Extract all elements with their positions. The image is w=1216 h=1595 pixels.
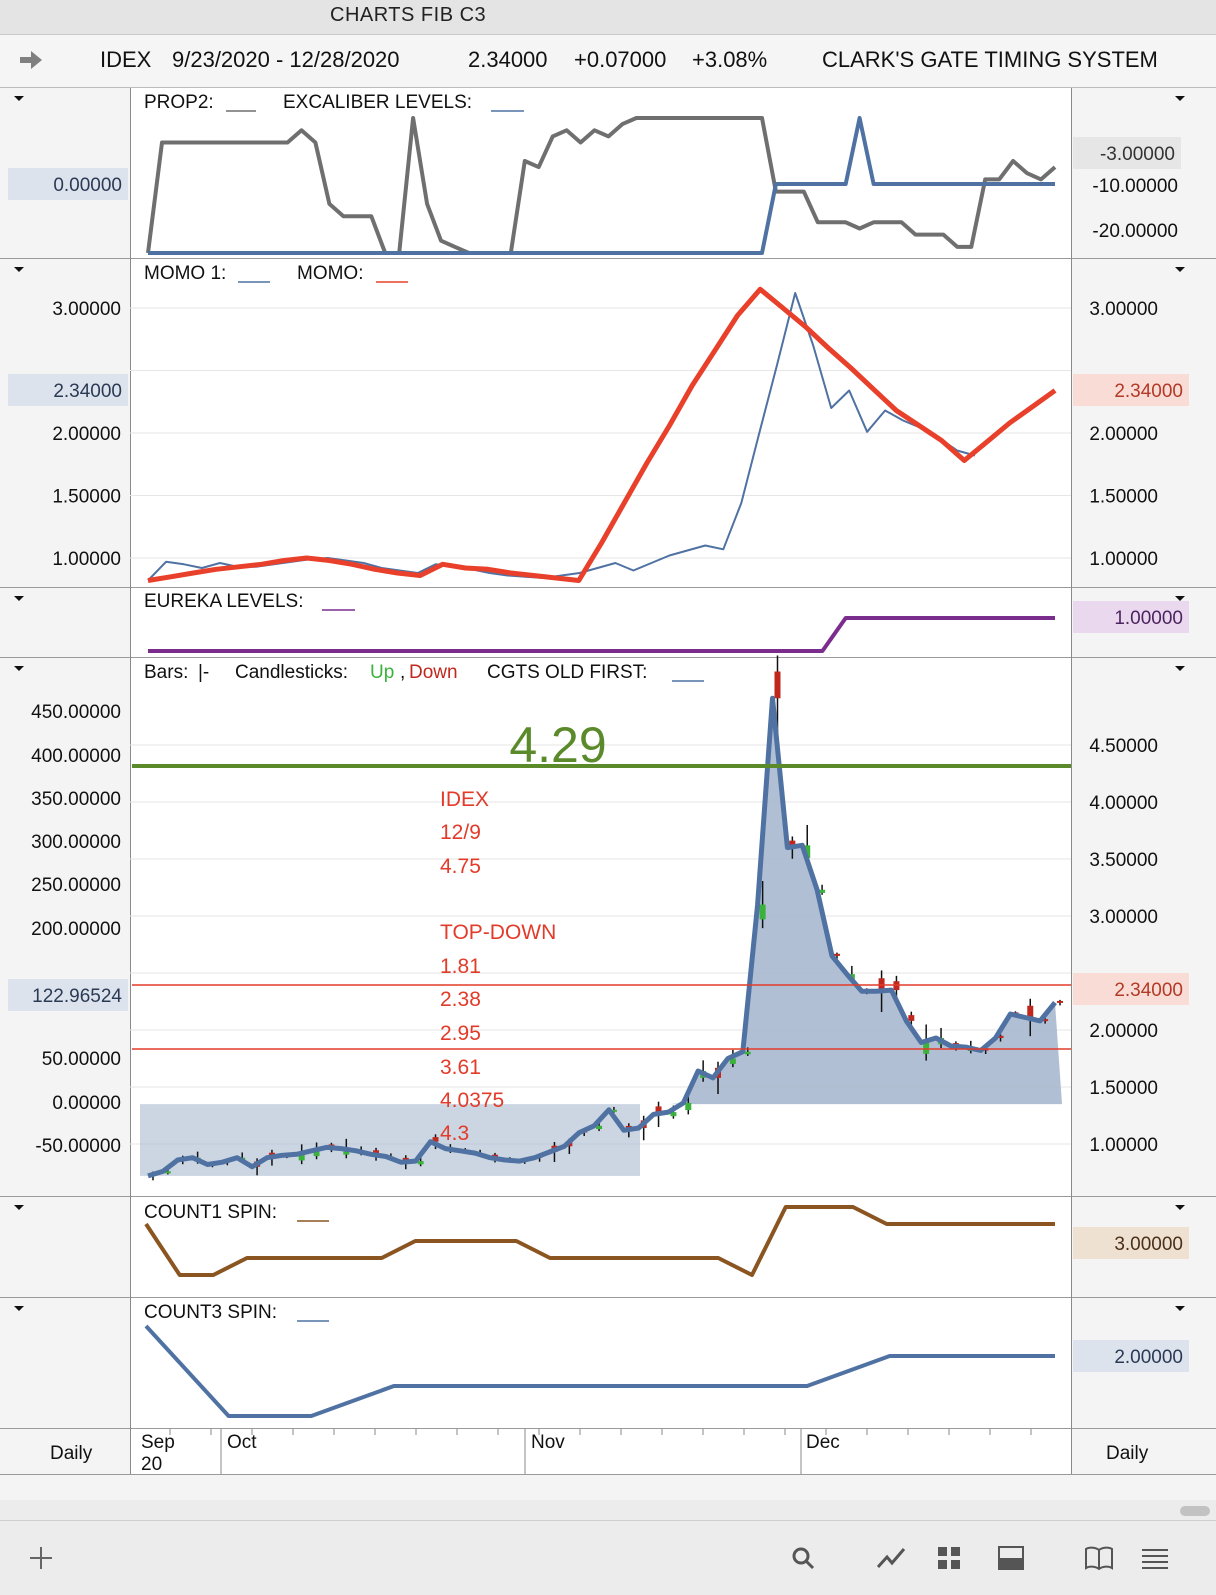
price-right-value: 2.34000 <box>1114 980 1183 1001</box>
period-selector-right: Daily <box>1106 1443 1149 1464</box>
year-label: 20 <box>141 1454 162 1475</box>
price-right-tick: 4.50000 <box>1089 736 1158 757</box>
price-left-tick: 450.00000 <box>31 702 121 723</box>
momo-right-tick: 3.00000 <box>1089 299 1158 320</box>
big-level-label: 4.29 <box>509 717 606 773</box>
price-left-tick: 0.00000 <box>52 1093 121 1114</box>
scrollbar[interactable] <box>1180 1506 1210 1516</box>
momo-right-value: 2.34000 <box>1114 381 1183 402</box>
time-axis-bg <box>130 1429 1071 1474</box>
bars-legend: Bars: <box>144 662 188 683</box>
candlesticks-legend: Candlesticks: <box>235 662 348 683</box>
momo-left-tick: 3.00000 <box>52 299 121 320</box>
price-right-tick: 3.50000 <box>1089 850 1158 871</box>
count1-right-value: 3.00000 <box>1114 1234 1183 1255</box>
month-label: Nov <box>531 1432 565 1453</box>
candle-body <box>774 671 781 699</box>
price-right-tick: 1.50000 <box>1089 1078 1158 1099</box>
candle-body <box>685 1102 692 1111</box>
price-right-tick: 4.00000 <box>1089 793 1158 814</box>
price-annotation: 1.81 <box>440 955 481 978</box>
down-legend: Down <box>409 662 458 683</box>
momo-left-tick: 1.50000 <box>52 487 121 508</box>
count3-legend: COUNT3 SPIN: <box>144 1302 277 1323</box>
price-right-tick: 3.00000 <box>1089 907 1158 928</box>
price-left-tick: -50.00000 <box>35 1136 121 1157</box>
chart-area[interactable]: PROP2: EXCALIBER LEVELS: 0.00000 -3.00000 -1… <box>0 88 1216 1500</box>
plot-bg <box>130 88 1071 258</box>
window-title: CHARTS FIB C3 <box>330 4 487 26</box>
search-icon[interactable] <box>788 1543 818 1573</box>
momo-right-tick: 1.50000 <box>1089 487 1158 508</box>
price-annotation: 4.3 <box>440 1122 469 1145</box>
candle-body <box>759 904 766 920</box>
price-annotation: IDEX <box>440 788 489 811</box>
price-annotation: 3.61 <box>440 1056 481 1079</box>
arrow-right-icon[interactable] <box>18 49 44 71</box>
grid-icon[interactable] <box>934 1543 964 1573</box>
cgts-legend: CGTS OLD FIRST: <box>487 662 647 683</box>
eureka-right-value: 1.00000 <box>1114 608 1183 629</box>
price-change-pct: +3.08% <box>692 47 768 72</box>
momo-left-tick: 1.00000 <box>52 549 121 570</box>
add-icon[interactable] <box>26 1543 56 1573</box>
excaliber-legend: EXCALIBER LEVELS: <box>283 92 472 113</box>
legend-comma: , <box>400 662 405 683</box>
price-left-tick: 250.00000 <box>31 875 121 896</box>
candle-body <box>908 1015 915 1021</box>
candle-body <box>417 1161 424 1165</box>
candle-body <box>744 1051 751 1055</box>
price-left-tick: 350.00000 <box>31 789 121 810</box>
price-annotation: 12/9 <box>440 821 481 844</box>
book-icon[interactable] <box>1084 1543 1114 1573</box>
price-annotation: 4.0375 <box>440 1089 504 1112</box>
price-annotation: 2.95 <box>440 1022 481 1045</box>
momo-right-tick: 1.00000 <box>1089 549 1158 570</box>
prop2-legend: PROP2: <box>144 92 214 113</box>
quote-header: IDEX 9/23/2020 - 12/28/2020 2.34000 +0.0… <box>0 35 1216 88</box>
date-range: 9/23/2020 - 12/28/2020 <box>172 47 400 72</box>
count1-legend: COUNT1 SPIN: <box>144 1202 277 1223</box>
bottom-toolbar <box>0 1520 1216 1595</box>
momo-left-value: 2.34000 <box>53 381 122 402</box>
window-titlebar: CHARTS FIB C3 <box>0 0 1216 35</box>
period-selector-left: Daily <box>50 1443 93 1464</box>
chart-svg[interactable]: PROP2: EXCALIBER LEVELS: 0.00000 -3.00000 -1… <box>0 88 1216 1500</box>
month-label: Sep <box>141 1432 175 1453</box>
price-left-tick: 400.00000 <box>31 746 121 767</box>
price-left-tick: 50.00000 <box>42 1049 121 1070</box>
candle-body <box>1057 1000 1063 1003</box>
bars-symbol: |- <box>198 662 209 683</box>
prop2-tick: -20.00000 <box>1092 221 1178 242</box>
momo1-legend: MOMO 1: <box>144 263 226 284</box>
price-left-tick: 300.00000 <box>31 832 121 853</box>
prop2-tick: -10.00000 <box>1092 176 1178 197</box>
eureka-legend: EUREKA LEVELS: <box>144 591 303 612</box>
price-right-tick: 1.00000 <box>1089 1135 1158 1156</box>
up-legend: Up <box>370 662 394 683</box>
month-label: Dec <box>806 1432 840 1453</box>
line-chart-icon[interactable] <box>876 1543 906 1573</box>
layout-panel-icon[interactable] <box>996 1543 1026 1573</box>
symbol: IDEX <box>100 47 152 72</box>
price-annotation: TOP-DOWN <box>440 921 556 944</box>
momo-legend: MOMO: <box>297 263 364 284</box>
prop2-tick: -3.00000 <box>1100 144 1175 165</box>
price-change: +0.07000 <box>574 47 667 72</box>
month-label: Oct <box>227 1432 257 1453</box>
count3-right-value: 2.00000 <box>1114 1347 1183 1368</box>
momo-right-tick: 2.00000 <box>1089 424 1158 445</box>
price-left-value: 122.96524 <box>32 986 122 1007</box>
momo-left-tick: 2.00000 <box>52 424 121 445</box>
price-annotation: 2.38 <box>440 988 481 1011</box>
menu-icon[interactable] <box>1140 1543 1170 1573</box>
last-price: 2.34000 <box>468 47 548 72</box>
price-right-tick: 2.00000 <box>1089 1021 1158 1042</box>
system-name: CLARK'S GATE TIMING SYSTEM <box>822 47 1158 72</box>
prop2-left-value: 0.00000 <box>53 175 122 196</box>
price-left-tick: 200.00000 <box>31 919 121 940</box>
price-annotation: 4.75 <box>440 855 481 878</box>
